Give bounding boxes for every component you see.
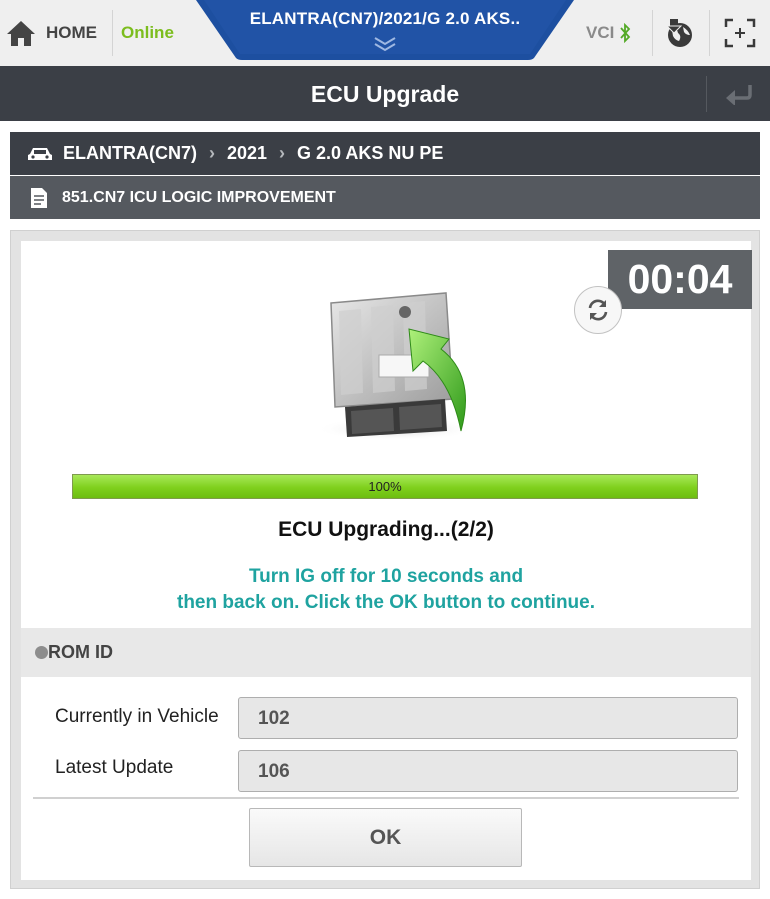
current-rom-value: 102: [238, 697, 738, 739]
screen-capture-button[interactable]: [719, 13, 761, 53]
breadcrumb-model: ELANTRA(CN7): [63, 143, 197, 163]
upgrade-progress-bar: 100%: [72, 474, 698, 499]
chevron-right-icon: ›: [209, 143, 215, 163]
double-chevron-down-icon: [374, 37, 396, 52]
rom-id-section-header: ROM ID: [21, 628, 751, 677]
screen-capture-icon: [724, 18, 756, 48]
separator: [709, 10, 710, 56]
bluetooth-icon: [620, 23, 631, 43]
rom-id-title: ROM ID: [48, 642, 113, 662]
vci-status[interactable]: VCI: [586, 14, 631, 52]
chevron-right-icon: ›: [279, 143, 286, 163]
instruction-line-1: Turn IG off for 10 seconds and: [248, 566, 524, 587]
breadcrumb-year: 2021: [227, 143, 268, 163]
refresh-button[interactable]: [574, 286, 622, 334]
breadcrumb: ELANTRA(CN7) › 2021 › G 2.0 AKS NU PE: [10, 132, 760, 175]
document-icon: [31, 187, 47, 208]
current-rom-label: Currently in Vehicle: [55, 706, 219, 727]
home-button[interactable]: HOME: [0, 0, 112, 66]
upgrade-status: ECU Upgrading...(2/2): [278, 518, 494, 541]
vehicle-info-tab[interactable]: ELANTRA(CN7)/2021/G 2.0 AKS..: [196, 0, 574, 60]
instruction-line-2: then back on. Click the OK button to con…: [177, 592, 595, 613]
separator: [652, 10, 653, 56]
back-button[interactable]: [706, 76, 770, 112]
latest-rom-label: Latest Update: [55, 757, 174, 778]
progress-percent: 100%: [368, 479, 402, 494]
page-title: ECU Upgrade: [310, 81, 460, 107]
upgrade-instruction: Turn IG off for 10 seconds and then back…: [21, 564, 751, 616]
procedure-header: 851.CN7 ICU LOGIC IMPROVEMENT: [10, 176, 760, 219]
divider: [33, 797, 739, 799]
title-bar: ECU Upgrade: [0, 66, 770, 121]
upgrade-panel: 00:04 100% ECU Upgrading...(2/2) Turn IG…: [10, 230, 760, 889]
bullet-icon: [35, 646, 48, 659]
procedure-name: 851.CN7 ICU LOGIC IMPROVEMENT: [62, 188, 336, 206]
latest-rom-value: 106: [238, 750, 738, 792]
globe-download-icon: [665, 19, 692, 47]
back-arrow-icon: [725, 85, 752, 105]
update-download-button[interactable]: [659, 13, 701, 53]
ecu-upgrade-illustration: [316, 292, 476, 441]
elapsed-timer: 00:04: [608, 250, 752, 309]
car-icon: [28, 147, 52, 160]
top-bar: HOME Online ELANTRA(CN7)/2021/G 2.0 AKS.…: [0, 0, 770, 66]
connection-status: Online: [112, 10, 207, 56]
vehicle-title: ELANTRA(CN7)/2021/G 2.0 AKS..: [249, 9, 521, 28]
home-icon: [7, 21, 35, 46]
home-label: HOME: [46, 23, 97, 42]
breadcrumb-engine: G 2.0 AKS NU PE: [297, 143, 444, 163]
refresh-icon: [588, 299, 608, 321]
upgrade-content: 00:04 100% ECU Upgrading...(2/2) Turn IG…: [21, 241, 752, 880]
ok-button[interactable]: OK: [249, 808, 522, 867]
vci-label: VCI: [586, 23, 615, 42]
